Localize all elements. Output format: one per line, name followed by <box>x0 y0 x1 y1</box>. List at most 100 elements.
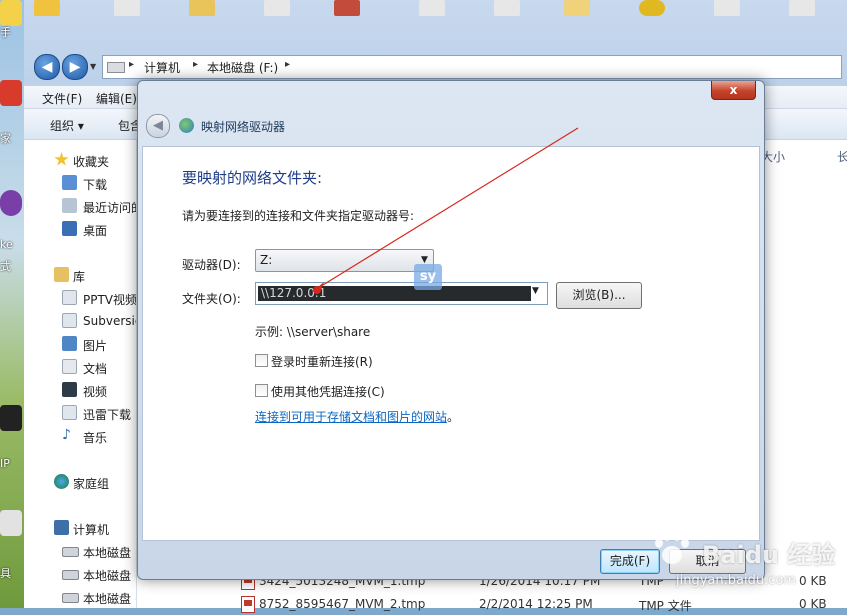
nav-label: 文档 <box>83 362 108 376</box>
file-name: 8752_8595467_MVM_2.tmp <box>259 597 426 611</box>
folder-path-combobox[interactable]: \\127.0.0.1 ▼ <box>255 282 548 305</box>
document-icon[interactable] <box>789 0 815 16</box>
nav-item-downloads[interactable]: 下载 <box>24 173 136 193</box>
nav-favorites[interactable]: 收藏夹 <box>24 150 136 170</box>
breadcrumb-drive-f[interactable]: 本地磁盘 (F:) <box>207 59 278 76</box>
breadcrumb-separator-icon[interactable]: ▸ <box>129 59 134 70</box>
videos-icon <box>62 382 77 397</box>
folder-icon[interactable] <box>189 0 215 16</box>
nav-computer[interactable]: 计算机 <box>24 518 136 538</box>
nav-item-pictures[interactable]: 图片 <box>24 334 136 354</box>
computer-icon <box>54 520 69 535</box>
desktop-label: 家 <box>0 132 11 145</box>
dialog-instruction: 请为要连接到的连接和文件夹指定驱动器号: <box>182 209 415 223</box>
recent-places-icon <box>62 198 77 213</box>
nav-label: 图片 <box>83 339 108 353</box>
document-icon[interactable] <box>114 0 140 16</box>
folder-icon[interactable] <box>564 0 590 16</box>
overlay-badge: sy <box>414 264 442 290</box>
paw-logo-icon <box>655 531 689 564</box>
drive-icon <box>62 570 79 580</box>
desktop-app-icon[interactable] <box>0 0 22 26</box>
desktop-app-icon[interactable] <box>0 190 22 216</box>
star-icon <box>54 152 69 166</box>
drive-letter-select[interactable]: Z: ▼ <box>255 249 434 272</box>
drive-icon <box>62 593 79 603</box>
documents-icon <box>62 359 77 374</box>
map-network-drive-dialog: x ◀ 映射网络驱动器 要映射的网络文件夹: 请为要连接到的连接和文件夹指定驱动… <box>137 80 765 580</box>
nav-item-desktop[interactable]: 桌面 <box>24 219 136 239</box>
nav-item-drive[interactable]: 本地磁盘 ( <box>24 564 136 584</box>
address-bar[interactable]: ▸ 计算机 ▸ 本地磁盘 (F:) ▸ <box>102 55 842 79</box>
nav-item-library[interactable]: Subversion <box>24 311 136 331</box>
network-drive-icon <box>179 118 194 133</box>
desktop-app-icon[interactable] <box>0 405 22 431</box>
library-folder-icon <box>62 313 77 328</box>
app-icon[interactable] <box>639 0 665 16</box>
nav-item-library[interactable]: PPTV视频 <box>24 288 136 308</box>
explorer-title-area: ◀ ▶ ▼ ▸ 计算机 ▸ 本地磁盘 (F:) ▸ <box>24 0 847 86</box>
column-header-length[interactable]: 长 <box>837 148 847 165</box>
back-button[interactable]: ◀ <box>34 54 60 80</box>
nav-item-drive[interactable]: 本地磁盘 <box>24 541 136 561</box>
drive-label: 驱动器(D): <box>182 258 241 272</box>
nav-item-videos[interactable]: 视频 <box>24 380 136 400</box>
nav-label: 桌面 <box>83 224 108 238</box>
music-icon: ♪ <box>62 427 71 443</box>
reconnect-checkbox[interactable] <box>255 354 268 367</box>
watermark-url: jingyan.baidu.com <box>676 573 796 588</box>
breadcrumb-separator-icon[interactable]: ▸ <box>193 59 198 70</box>
menu-file[interactable]: 文件(F) <box>42 90 82 107</box>
dialog-body: 要映射的网络文件夹: 请为要连接到的连接和文件夹指定驱动器号: 驱动器(D): … <box>142 146 760 541</box>
nav-label: Subversion <box>83 314 136 328</box>
nav-item-music[interactable]: ♪ 音乐 <box>24 426 136 446</box>
nav-label: PPTV视频 <box>83 293 136 307</box>
nav-label: 迅雷下载 <box>83 408 132 422</box>
nav-label: 本地磁盘 <box>83 546 132 560</box>
navigation-pane: 收藏夹 下载 最近访问的 桌面 库 PPTV视频 Subversion 图片 <box>24 140 137 608</box>
nav-label: 本地磁盘 (E:) <box>83 592 136 606</box>
nav-item-thunder[interactable]: 迅雷下载 <box>24 403 136 423</box>
chevron-down-icon[interactable]: ▼ <box>532 286 539 296</box>
watermark: Baidu 经验 jingyan.baidu.com <box>640 525 840 605</box>
folder-icon[interactable] <box>34 0 60 16</box>
browse-button[interactable]: 浏览(B)... <box>556 282 642 309</box>
document-icon[interactable] <box>714 0 740 16</box>
drive-icon <box>107 62 125 73</box>
document-icon[interactable] <box>264 0 290 16</box>
nav-homegroup[interactable]: 家庭组 <box>24 472 136 492</box>
document-icon[interactable] <box>494 0 520 16</box>
forward-button[interactable]: ▶ <box>62 54 88 80</box>
archive-icon[interactable] <box>334 0 360 16</box>
nav-libraries[interactable]: 库 <box>24 265 136 285</box>
link-trailing-punctuation: 。 <box>447 410 460 424</box>
nav-item-drive-e[interactable]: 本地磁盘 (E:) <box>24 587 136 607</box>
dialog-back-button[interactable]: ◀ <box>146 114 170 138</box>
nav-label: 下载 <box>83 178 108 192</box>
folder-path-value[interactable]: \\127.0.0.1 <box>258 286 531 301</box>
desktop-label: 式 <box>0 260 11 273</box>
close-button[interactable]: x <box>711 81 756 100</box>
nav-item-documents[interactable]: 文档 <box>24 357 136 377</box>
breadcrumb-computer[interactable]: 计算机 <box>144 59 180 76</box>
menu-edit[interactable]: 编辑(E) <box>96 90 137 107</box>
watermark-brand: Baidu 经验 <box>702 541 836 569</box>
breadcrumb-separator-icon[interactable]: ▸ <box>285 59 290 70</box>
reconnect-label[interactable]: 登录时重新连接(R) <box>271 353 373 370</box>
other-credentials-checkbox[interactable] <box>255 384 268 397</box>
nav-item-recent[interactable]: 最近访问的 <box>24 196 136 216</box>
history-dropdown-icon[interactable]: ▼ <box>90 62 96 71</box>
desktop-label: 手 <box>0 26 11 39</box>
storage-website-link[interactable]: 连接到可用于存储文档和图片的网站 <box>255 408 447 425</box>
other-credentials-label[interactable]: 使用其他凭据连接(C) <box>271 383 385 400</box>
download-folder-icon <box>62 175 77 190</box>
nav-label: 本地磁盘 ( <box>83 569 136 583</box>
drive-letter-value: Z: <box>260 253 273 267</box>
desktop-app-icon[interactable] <box>0 510 22 536</box>
library-folder-icon <box>62 405 77 420</box>
desktop-app-icon[interactable] <box>0 80 22 106</box>
folder-label: 文件夹(O): <box>182 292 241 306</box>
organize-button[interactable]: 组织 ▾ <box>50 117 84 134</box>
desktop-icon <box>62 221 77 236</box>
document-icon[interactable] <box>419 0 445 16</box>
